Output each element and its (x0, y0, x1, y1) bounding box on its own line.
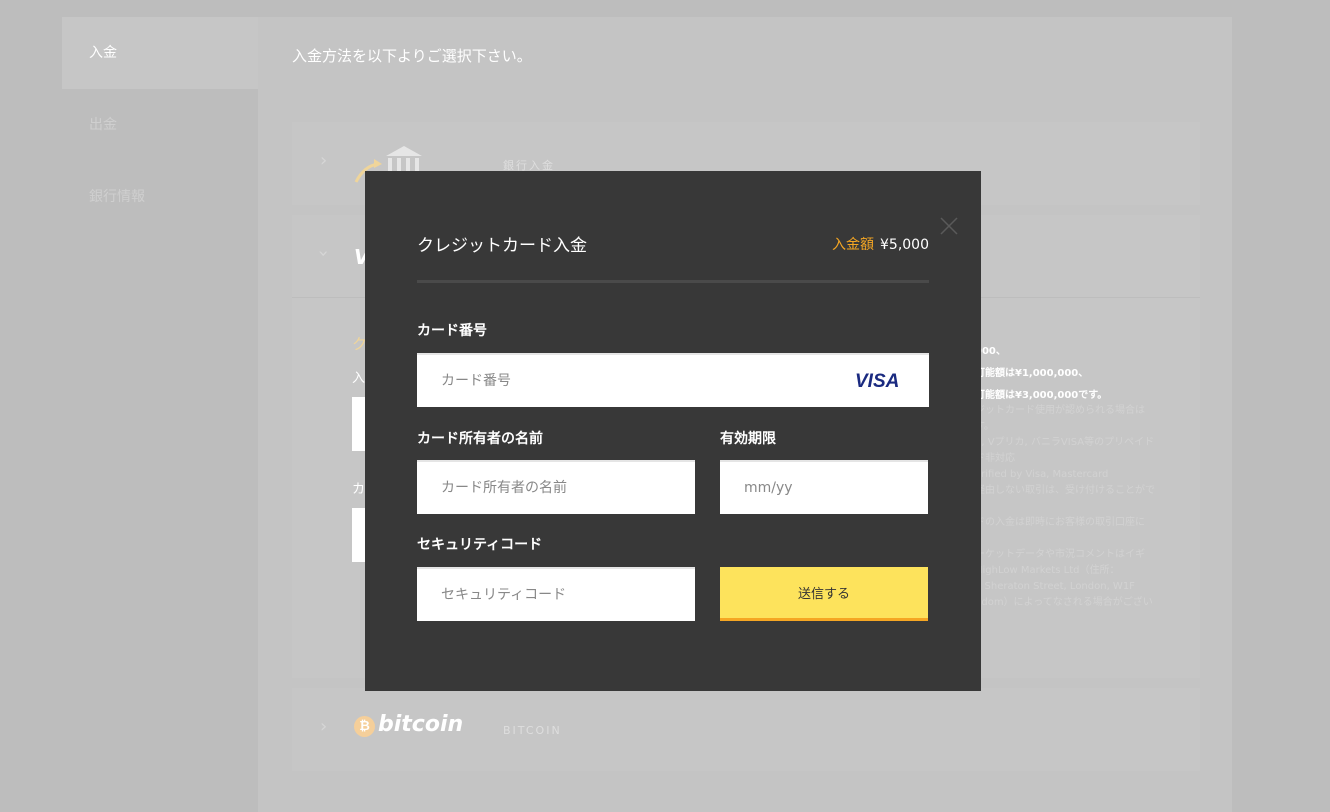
note-line: 可能額は¥1,000,000、 (975, 368, 1089, 379)
deposit-amount: 入金額 ¥5,000 (832, 234, 929, 254)
sidebar-item-deposit[interactable]: 入金 (62, 17, 258, 89)
note-line: erified by Visa, Mastercard (975, 469, 1109, 480)
card-number-input[interactable] (417, 353, 929, 407)
note-line: HighLow Markets Ltd（住所： (975, 565, 1120, 576)
security-code-label: セキュリティコード (417, 537, 543, 553)
amount-label: 入金額 (832, 237, 874, 253)
note-line: ドの入金は即時にお客様の取引口座に (975, 517, 1145, 528)
sidebar-item-bank-info[interactable]: 銀行情報 (62, 161, 258, 233)
note-line: gdom）によってなされる場合がござい (975, 597, 1153, 608)
page-intro: 入金方法を以下よりご選択下さい。 (292, 47, 532, 65)
sidebar-item-withdraw[interactable]: 出金 (62, 89, 258, 161)
amount-value: ¥5,000 (880, 237, 929, 253)
modal-title: クレジットカード入金 (417, 236, 587, 256)
expiry-label: 有効期限 (720, 431, 776, 447)
holder-name-label: カード所有者の名前 (417, 431, 543, 447)
note-line: 経由しない取引は、受け付けることがで (975, 485, 1155, 496)
field-label: カ (352, 482, 366, 497)
bitcoin-logo: bitcoin (378, 712, 464, 737)
chevron-right-icon: › (320, 150, 328, 171)
method-label: BITCOIN (503, 724, 562, 737)
card-number-label: カード番号 (417, 323, 487, 339)
field-label: 入 (352, 371, 366, 386)
submit-button[interactable]: 送信する (720, 567, 928, 621)
visa-icon: VISA (855, 371, 900, 392)
chevron-right-icon: › (320, 716, 328, 737)
expiry-input[interactable] (720, 460, 928, 514)
note-line: ーケットデータや市況コメントはイギ (975, 549, 1145, 560)
bitcoin-icon: ₿ (354, 716, 375, 737)
note-line: ジットカード使用が認められる場合は (975, 405, 1145, 416)
note-line: ド非対応 (975, 453, 1015, 464)
holder-name-input[interactable] (417, 460, 695, 514)
note-line: 可能額は¥3,000,000です。 (975, 390, 1108, 401)
chevron-down-icon: › (313, 249, 335, 258)
method-bitcoin[interactable]: › ₿ bitcoin BITCOIN (292, 688, 1200, 771)
credit-card-modal: クレジットカード入金 入金額 ¥5,000 カード番号 VISA カード所有者の名… (365, 171, 981, 691)
note-line: d, Vプリカ, バニラVISA等のプリペイド (975, 437, 1155, 448)
divider (417, 280, 929, 283)
security-code-input[interactable] (417, 567, 695, 621)
note-line: 2 Sheraton Street, London, W1F (975, 581, 1135, 592)
sidebar: 入金 出金 銀行情報 (62, 17, 258, 812)
close-icon[interactable] (939, 216, 959, 236)
